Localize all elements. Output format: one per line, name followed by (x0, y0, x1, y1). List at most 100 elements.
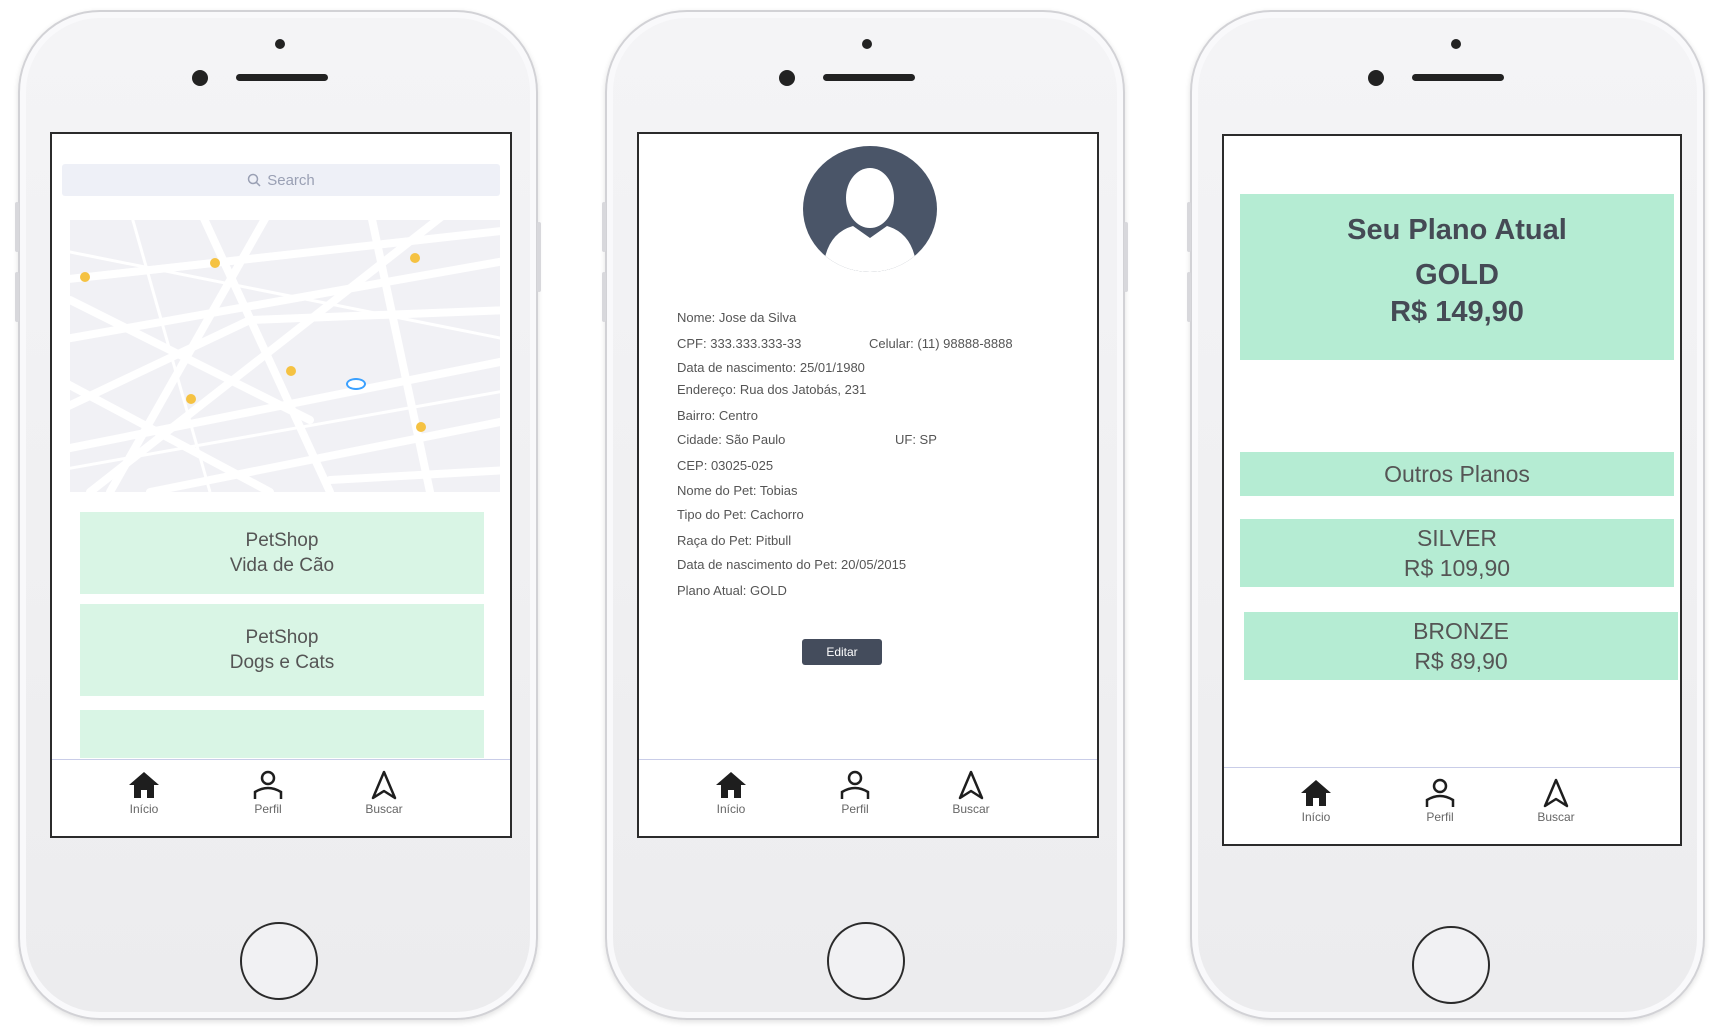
tab-home[interactable]: Início (104, 770, 184, 816)
home-icon (1301, 780, 1331, 806)
home-hardware-button[interactable] (1412, 926, 1490, 1004)
map-streets (70, 220, 500, 492)
tab-profile-label: Perfil (1426, 810, 1454, 824)
camera-dot (1451, 39, 1461, 49)
tab-profile-label: Perfil (841, 802, 869, 816)
side-button (15, 202, 19, 252)
speaker-grille (1412, 74, 1504, 81)
home-icon (716, 772, 746, 798)
profile-address: Endereço: Rua dos Jatobás, 231 (677, 382, 867, 397)
other-plans-title: Outros Planos (1384, 461, 1530, 487)
store-card-subtitle: Dogs e Cats (229, 652, 335, 673)
plan-name: BRONZE (1413, 618, 1509, 644)
speaker-grille (823, 74, 915, 81)
home-icon (129, 772, 159, 798)
navigation-icon (1543, 778, 1569, 808)
screen-plans: Seu Plano Atual GOLD R$ 149,90 Outros Pl… (1222, 134, 1682, 846)
tab-search[interactable]: Buscar (931, 770, 1011, 816)
search-placeholder: Search (267, 171, 315, 189)
front-camera (192, 70, 208, 86)
side-button (602, 202, 606, 252)
tab-search-label: Buscar (952, 802, 990, 816)
tab-search-label: Buscar (1537, 810, 1575, 824)
side-button (1187, 272, 1191, 322)
map-pin-icon[interactable] (186, 394, 196, 404)
plan-card-bronze[interactable]: BRONZE R$ 89,90 (1244, 612, 1678, 680)
store-card-dogs-e-cats[interactable]: PetShop Dogs e Cats (80, 604, 484, 696)
front-camera (1368, 70, 1384, 86)
map-view[interactable] (70, 220, 500, 492)
home-hardware-button[interactable] (827, 922, 905, 1000)
profile-city: Cidade: São Paulo (677, 432, 786, 447)
avatar (803, 146, 937, 272)
user-location-icon (346, 378, 366, 390)
camera-dot (275, 39, 285, 49)
tab-search-label: Buscar (365, 802, 403, 816)
camera-dot (862, 39, 872, 49)
plan-price: R$ 89,90 (1414, 648, 1508, 674)
side-button (537, 222, 541, 292)
store-card-vida-de-cao[interactable]: PetShop Vida de Cão (80, 512, 484, 594)
tab-profile-label: Perfil (254, 802, 282, 816)
user-icon (253, 770, 283, 799)
phone-frame-home: Search PetShop Vida de Cão PetShop Dogs … (15, 10, 541, 1020)
tab-home-label: Início (1301, 810, 1331, 824)
profile-pet-type: Tipo do Pet: Cachorro (677, 507, 804, 522)
profile-pet-name: Nome do Pet: Tobias (677, 483, 798, 498)
profile-name: Nome: Jose da Silva (677, 310, 797, 325)
profile-pet-breed: Raça do Pet: Pitbull (677, 533, 792, 548)
profile-pet-birth: Data de nascimento do Pet: 20/05/2015 (677, 557, 907, 572)
speaker-grille (236, 74, 328, 81)
side-button (1187, 202, 1191, 252)
tab-search[interactable]: Buscar (1516, 778, 1596, 824)
profile-birth: Data de nascimento: 25/01/1980 (677, 360, 865, 375)
navigation-icon (371, 770, 397, 800)
profile-zip: CEP: 03025-025 (677, 458, 774, 473)
store-card-title: PetShop (245, 530, 319, 551)
front-camera (779, 70, 795, 86)
tab-home-label: Início (716, 802, 746, 816)
plan-card-silver[interactable]: SILVER R$ 109,90 (1240, 519, 1674, 587)
plan-price: R$ 109,90 (1403, 555, 1511, 581)
profile-state: UF: SP (895, 432, 937, 447)
map-pin-icon[interactable] (80, 272, 90, 282)
tab-profile[interactable]: Perfil (815, 770, 895, 816)
tab-search[interactable]: Buscar (344, 770, 424, 816)
current-plan-price: R$ 149,90 (1390, 296, 1524, 328)
other-plans-header: Outros Planos (1240, 452, 1674, 496)
current-plan-title: Seu Plano Atual (1347, 214, 1567, 246)
plan-name: SILVER (1416, 525, 1498, 551)
user-icon (840, 770, 870, 799)
current-plan-card: Seu Plano Atual GOLD R$ 149,90 (1240, 194, 1674, 360)
map-pin-icon[interactable] (416, 422, 426, 432)
tab-bar: Início Perfil Buscar (52, 759, 510, 836)
screen-profile: Nome: Jose da Silva CPF: 333.333.333-33 … (637, 132, 1099, 838)
tab-home-label: Início (129, 802, 159, 816)
edit-button[interactable]: Editar (802, 639, 882, 665)
profile-plan: Plano Atual: GOLD (677, 583, 787, 598)
navigation-icon (958, 770, 984, 800)
map-pin-icon[interactable] (410, 253, 420, 263)
side-button (602, 272, 606, 322)
user-silhouette-icon (823, 168, 917, 272)
side-button (1124, 222, 1128, 292)
tab-home[interactable]: Início (691, 770, 771, 816)
tab-profile[interactable]: Perfil (228, 770, 308, 816)
tab-home[interactable]: Início (1276, 778, 1356, 824)
tab-bar: Início Perfil Buscar (639, 759, 1097, 836)
search-icon (247, 173, 261, 187)
map-pin-icon[interactable] (210, 258, 220, 268)
store-card-title: PetShop (245, 627, 319, 648)
store-card-subtitle: Vida de Cão (229, 555, 335, 576)
tab-profile[interactable]: Perfil (1400, 778, 1480, 824)
profile-cpf: CPF: 333.333.333-33 (677, 336, 802, 351)
screen-home: Search PetShop Vida de Cão PetShop Dogs … (50, 132, 512, 838)
current-plan-name: GOLD (1415, 259, 1499, 291)
phone-frame-plans: Seu Plano Atual GOLD R$ 149,90 Outros Pl… (1187, 10, 1705, 1020)
profile-phone: Celular: (11) 98888-8888 (869, 336, 1013, 351)
home-hardware-button[interactable] (240, 922, 318, 1000)
map-pin-icon[interactable] (286, 366, 296, 376)
search-input[interactable]: Search (62, 164, 500, 196)
tab-bar: Início Perfil Buscar (1224, 767, 1680, 844)
store-card-empty[interactable] (80, 710, 484, 758)
